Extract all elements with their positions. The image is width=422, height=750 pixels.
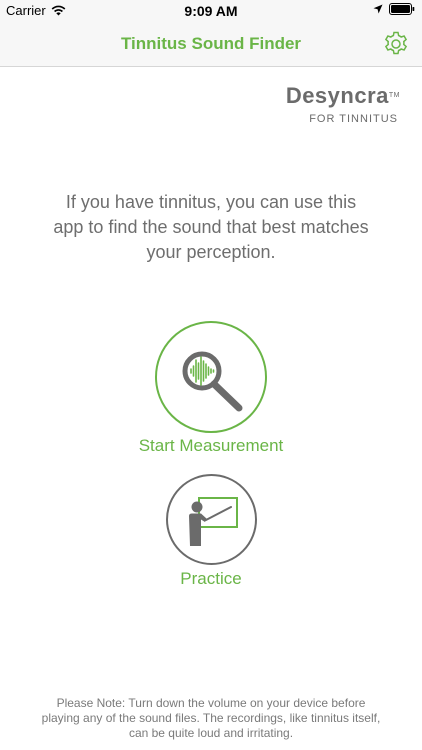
- start-measurement-label[interactable]: Start Measurement: [0, 436, 422, 456]
- gear-icon: [384, 31, 408, 55]
- brand-tagline: FOR TINNITUS: [309, 113, 398, 125]
- intro-text: If you have tinnitus, you can use this a…: [53, 192, 369, 262]
- sound-search-icon: [182, 351, 243, 412]
- battery-icon: [389, 3, 415, 15]
- status-bar: Carrier 9:09 AM: [0, 0, 422, 22]
- practice-button[interactable]: [166, 474, 257, 565]
- brand-logo: DesyncraTM FOR TINNITUS: [280, 83, 400, 126]
- status-time: 9:09 AM: [184, 3, 238, 19]
- nav-bar: Tinnitus Sound Finder: [0, 22, 422, 67]
- teacher-board-icon: [189, 497, 238, 546]
- settings-button[interactable]: [382, 30, 410, 58]
- practice-label[interactable]: Practice: [0, 569, 422, 589]
- screen: Carrier 9:09 AM Tinnitus Sound Finder De…: [0, 0, 422, 750]
- status-right: [373, 3, 415, 15]
- location-arrow-icon: [373, 4, 383, 14]
- nav-title: Tinnitus Sound Finder: [120, 34, 302, 53]
- brand-name: DesyncraTM: [285, 83, 400, 108]
- volume-note: Please Note: Turn down the volume on you…: [41, 696, 381, 740]
- start-measurement-button[interactable]: [155, 321, 267, 433]
